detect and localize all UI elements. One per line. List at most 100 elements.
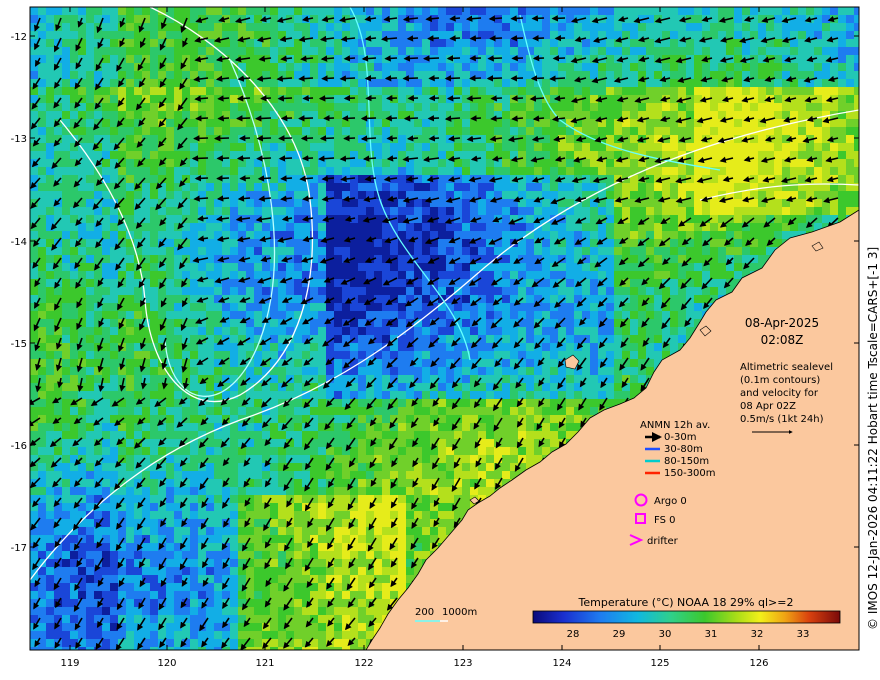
sst-pixel <box>502 359 510 367</box>
sst-pixel <box>198 207 206 215</box>
sst-pixel <box>150 311 158 319</box>
sst-pixel <box>214 31 222 39</box>
sst-pixel <box>398 303 406 311</box>
sst-pixel <box>86 55 94 63</box>
sst-pixel <box>230 175 238 183</box>
sst-pixel <box>822 47 830 55</box>
sst-pixel <box>550 63 558 71</box>
sst-pixel <box>86 95 94 103</box>
sst-pixel <box>398 31 406 39</box>
sst-pixel <box>94 231 102 239</box>
sst-pixel <box>174 343 182 351</box>
sst-pixel <box>654 311 662 319</box>
sst-pixel <box>502 31 510 39</box>
sst-pixel <box>438 111 446 119</box>
sst-pixel <box>478 39 486 47</box>
sst-pixel <box>790 183 798 191</box>
sst-pixel <box>390 119 398 127</box>
sst-pixel <box>46 383 54 391</box>
sst-pixel <box>646 143 654 151</box>
sst-pixel <box>214 367 222 375</box>
sst-pixel <box>630 383 638 391</box>
sst-pixel <box>374 279 382 287</box>
sst-pixel <box>86 279 94 287</box>
sst-pixel <box>254 223 262 231</box>
sst-pixel <box>726 167 734 175</box>
sst-pixel <box>390 159 398 167</box>
sst-pixel <box>438 87 446 95</box>
sst-pixel <box>62 351 70 359</box>
sst-pixel <box>374 239 382 247</box>
sst-pixel <box>78 223 86 231</box>
sst-pixel <box>422 151 430 159</box>
sst-pixel <box>790 47 798 55</box>
sst-pixel <box>782 191 790 199</box>
sst-pixel <box>750 111 758 119</box>
sst-pixel <box>694 207 702 215</box>
sst-pixel <box>62 63 70 71</box>
sst-pixel <box>510 47 518 55</box>
sst-pixel <box>342 263 350 271</box>
sst-pixel <box>318 87 326 95</box>
sst-pixel <box>102 367 110 375</box>
sst-pixel <box>30 359 38 367</box>
sst-pixel <box>190 327 198 335</box>
sst-pixel <box>758 207 766 215</box>
sst-pixel <box>110 47 118 55</box>
sst-pixel <box>142 87 150 95</box>
sst-pixel <box>806 167 814 175</box>
sst-pixel <box>838 23 846 31</box>
sst-pixel <box>422 359 430 367</box>
sst-pixel <box>326 167 334 175</box>
sst-pixel <box>702 231 710 239</box>
sst-pixel <box>686 311 694 319</box>
sst-pixel <box>62 223 70 231</box>
sst-pixel <box>846 47 854 55</box>
sst-pixel <box>470 287 478 295</box>
sst-pixel <box>438 71 446 79</box>
sst-pixel <box>502 207 510 215</box>
sst-pixel <box>358 263 366 271</box>
sst-pixel <box>334 151 342 159</box>
sst-pixel <box>598 287 606 295</box>
sst-pixel <box>574 231 582 239</box>
sst-pixel <box>70 343 78 351</box>
sst-pixel <box>126 79 134 87</box>
sst-pixel <box>750 207 758 215</box>
sst-pixel <box>646 127 654 135</box>
sst-pixel <box>694 31 702 39</box>
sst-pixel <box>606 271 614 279</box>
sst-pixel <box>118 351 126 359</box>
sst-pixel <box>462 263 470 271</box>
sst-pixel <box>374 7 382 15</box>
sst-pixel <box>270 159 278 167</box>
sst-pixel <box>606 351 614 359</box>
sst-pixel <box>774 95 782 103</box>
sst-pixel <box>846 119 854 127</box>
sst-pixel <box>62 111 70 119</box>
sst-pixel <box>422 367 430 375</box>
sst-pixel <box>286 159 294 167</box>
sst-pixel <box>478 95 486 103</box>
sst-pixel <box>38 351 46 359</box>
sst-pixel <box>150 183 158 191</box>
sst-pixel <box>566 159 574 167</box>
sst-pixel <box>246 303 254 311</box>
sst-pixel <box>774 63 782 71</box>
sst-pixel <box>414 143 422 151</box>
sst-pixel <box>758 167 766 175</box>
sst-pixel <box>126 287 134 295</box>
sst-pixel <box>62 247 70 255</box>
sst-pixel <box>806 127 814 135</box>
sst-pixel <box>566 271 574 279</box>
sst-pixel <box>38 103 46 111</box>
sst-pixel <box>670 31 678 39</box>
sst-pixel <box>518 327 526 335</box>
sst-pixel <box>542 15 550 23</box>
sst-pixel <box>590 159 598 167</box>
sst-pixel <box>38 63 46 71</box>
sst-pixel <box>70 311 78 319</box>
sst-pixel <box>286 263 294 271</box>
sst-pixel <box>654 167 662 175</box>
sst-pixel <box>230 287 238 295</box>
